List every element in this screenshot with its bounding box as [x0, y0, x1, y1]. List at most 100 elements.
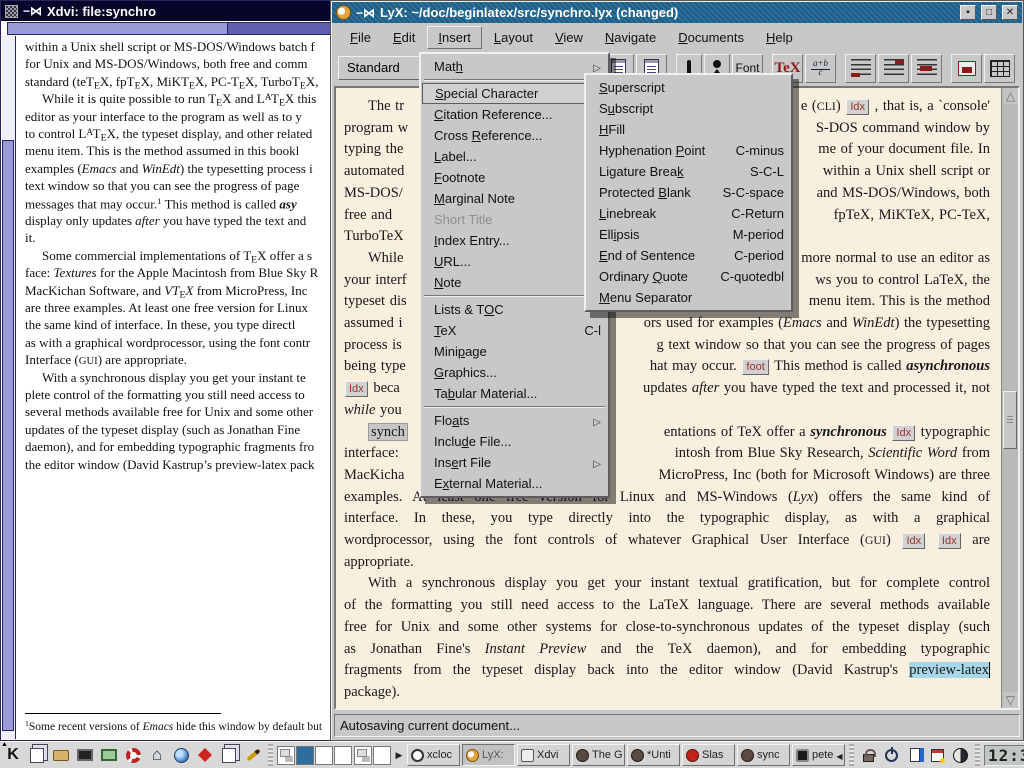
idx-inset[interactable]: Idx	[902, 533, 925, 549]
lyx-doc-line[interactable]: as Jonathan Fine's Instant Preview and t…	[344, 641, 990, 663]
applet-handle[interactable]	[268, 744, 273, 766]
menu-item-hfill[interactable]: HFill	[587, 119, 790, 140]
task-button-lyx[interactable]: LyX:	[462, 744, 515, 766]
lyx-doc-line-right[interactable]: hat may occur. foot This method is calle…	[650, 358, 990, 375]
menu-item-tex[interactable]: TeXC-l	[422, 320, 607, 341]
enumerate-button[interactable]	[878, 54, 909, 83]
desktop-pager[interactable]	[277, 746, 352, 765]
lyx-doc-line[interactable]: wordprocessor, using the font controls o…	[344, 532, 990, 554]
show-desktop-button[interactable]	[50, 744, 72, 766]
lyx-app-icon[interactable]	[336, 5, 351, 20]
menubar-help[interactable]: Help	[756, 27, 803, 48]
menu-item-graphics[interactable]: Graphics...	[422, 362, 607, 383]
logout-button[interactable]	[881, 744, 902, 766]
insert-table-button[interactable]	[984, 54, 1015, 83]
task-button-slas[interactable]: Slas	[682, 744, 735, 766]
desktop-pager-2[interactable]	[354, 746, 391, 765]
screen-launcher[interactable]	[74, 744, 96, 766]
lyx-doc-line-right[interactable]: fpTeX, MiKTeX, PC-TeX,	[834, 207, 990, 224]
menu-item-include-file[interactable]: Include File...	[422, 431, 607, 452]
applet-handle[interactable]	[975, 744, 980, 766]
itemize-button[interactable]	[845, 54, 876, 83]
menu-item-cross-reference[interactable]: Cross Reference...	[422, 125, 607, 146]
menubar-insert[interactable]: Insert	[427, 26, 482, 49]
terminal-launcher[interactable]	[98, 744, 120, 766]
lyx-doc-line-right[interactable]: me of your document file. In	[818, 141, 990, 158]
home-launcher[interactable]: ⌂	[146, 744, 168, 766]
scroll-down-icon[interactable]: ▽	[1003, 692, 1018, 708]
xdvi-hscroll-thumb[interactable]	[8, 23, 228, 34]
xdvi-vscroll-thumb[interactable]	[2, 140, 14, 731]
organizer-tray[interactable]	[927, 744, 948, 766]
menu-item-subscript[interactable]: Subscript	[587, 98, 790, 119]
task-button-the-g[interactable]: The G	[572, 744, 625, 766]
lyx-doc-line-right[interactable]: updates after you have typed the text an…	[643, 380, 990, 397]
menu-item-floats[interactable]: Floats	[422, 410, 607, 431]
klipper-tray[interactable]	[904, 744, 925, 766]
menu-item-url[interactable]: URL...	[422, 251, 607, 272]
lyx-doc-line-right[interactable]: menu item. This is the method	[809, 293, 990, 310]
menu-item-ellipsis[interactable]: EllipsisM-period	[587, 224, 790, 245]
files-launcher[interactable]	[218, 744, 240, 766]
close-button[interactable]	[1002, 5, 1018, 20]
lyx-doc-line-right[interactable]: ors used for examples (Emacs and WinEdt)…	[644, 315, 990, 332]
moon-phase-tray[interactable]	[950, 744, 971, 766]
lyx-doc-line[interactable]: free for Unix and some other systems for…	[344, 619, 990, 641]
lyx-doc-line-right[interactable]: and MS-DOS/Windows, both	[817, 185, 990, 202]
minimize-button[interactable]	[960, 5, 976, 20]
task-button-xcloc[interactable]: xcloc	[407, 744, 460, 766]
menu-item-index-entry[interactable]: Index Entry...	[422, 230, 607, 251]
task-button-xdvi[interactable]: Xdvi	[517, 744, 570, 766]
lyx-doc-line-right[interactable]: more normal to use an editor as	[801, 250, 990, 267]
depth-button[interactable]	[911, 54, 942, 83]
idx-inset[interactable]: Idx	[938, 533, 961, 549]
panel-clock[interactable]: 12:31	[984, 745, 1024, 766]
menubar-edit[interactable]: Edit	[383, 27, 425, 48]
xdvi-vertical-scrollbar[interactable]	[2, 36, 16, 739]
lyx-vertical-scrollbar[interactable]: △ ▽	[1001, 88, 1018, 708]
editor-launcher[interactable]	[242, 744, 264, 766]
window-pin-icon[interactable]	[23, 2, 42, 20]
menu-item-protected-blank[interactable]: Protected BlankS-C-space	[587, 182, 790, 203]
window-list-button[interactable]	[26, 744, 48, 766]
menubar-navigate[interactable]: Navigate	[595, 27, 666, 48]
xdvi-horizontal-scrollbar[interactable]	[7, 22, 332, 35]
browser-launcher[interactable]	[170, 744, 192, 766]
menubar-file[interactable]: File	[340, 27, 381, 48]
scroll-up-icon[interactable]: △	[1003, 88, 1018, 104]
menu-item-note[interactable]: Note	[422, 272, 607, 293]
idx-inset[interactable]: Idx	[345, 381, 368, 397]
mail-launcher[interactable]	[194, 744, 216, 766]
lyx-doc-line-right[interactable]: ws you to control LaTeX, the	[815, 272, 990, 289]
menu-item-menu-separator[interactable]: Menu Separator	[587, 287, 790, 308]
menu-item-lists-toc[interactable]: Lists & TOC	[422, 299, 607, 320]
lyx-doc-line[interactable]: fragments from the typeset display back …	[344, 662, 990, 684]
lyx-doc-line[interactable]: appropriate.	[344, 554, 990, 576]
pager-desktop-5[interactable]	[354, 746, 372, 765]
lyx-doc-line[interactable]: of the formatting you still need access …	[344, 597, 990, 619]
menu-item-insert-file[interactable]: Insert File	[422, 452, 607, 473]
pager-desktop-2[interactable]	[296, 746, 314, 765]
applet-handle[interactable]	[849, 744, 854, 766]
idx-inset[interactable]: Idx	[846, 99, 869, 115]
lyx-doc-line-right[interactable]: within a Unix shell script or	[823, 163, 990, 180]
menu-item-linebreak[interactable]: LinebreakC-Return	[587, 203, 790, 224]
math-mode-button[interactable]: a+bc	[805, 54, 836, 83]
menu-item-label[interactable]: Label...	[422, 146, 607, 167]
task-button-pete[interactable]: pete	[792, 744, 845, 766]
task-button-unti[interactable]: *Unti	[627, 744, 680, 766]
lyx-doc-line[interactable]: package).	[344, 684, 990, 706]
menu-item-ordinary-quote[interactable]: Ordinary QuoteC-quotedbl	[587, 266, 790, 287]
foot-inset[interactable]: foot	[742, 359, 768, 375]
xdvi-app-icon[interactable]	[5, 5, 18, 18]
task-button-sync[interactable]: sync	[737, 744, 790, 766]
menu-item-special-character[interactable]: Special Character	[422, 83, 607, 104]
menu-item-tabular-material[interactable]: Tabular Material...	[422, 383, 607, 404]
lyx-scroll-thumb[interactable]	[1003, 391, 1017, 449]
lyx-doc-line-right[interactable]: S-DOS command window by	[816, 120, 990, 137]
menu-item-math[interactable]: Math	[422, 56, 607, 77]
lyx-titlebar[interactable]: LyX: ~/doc/beginlatex/src/synchro.lyx (c…	[332, 2, 1022, 23]
help-launcher[interactable]	[122, 744, 144, 766]
pager-desktop-4[interactable]	[334, 746, 352, 765]
lyx-doc-line[interactable]: With a synchronous display you get your …	[344, 575, 990, 597]
